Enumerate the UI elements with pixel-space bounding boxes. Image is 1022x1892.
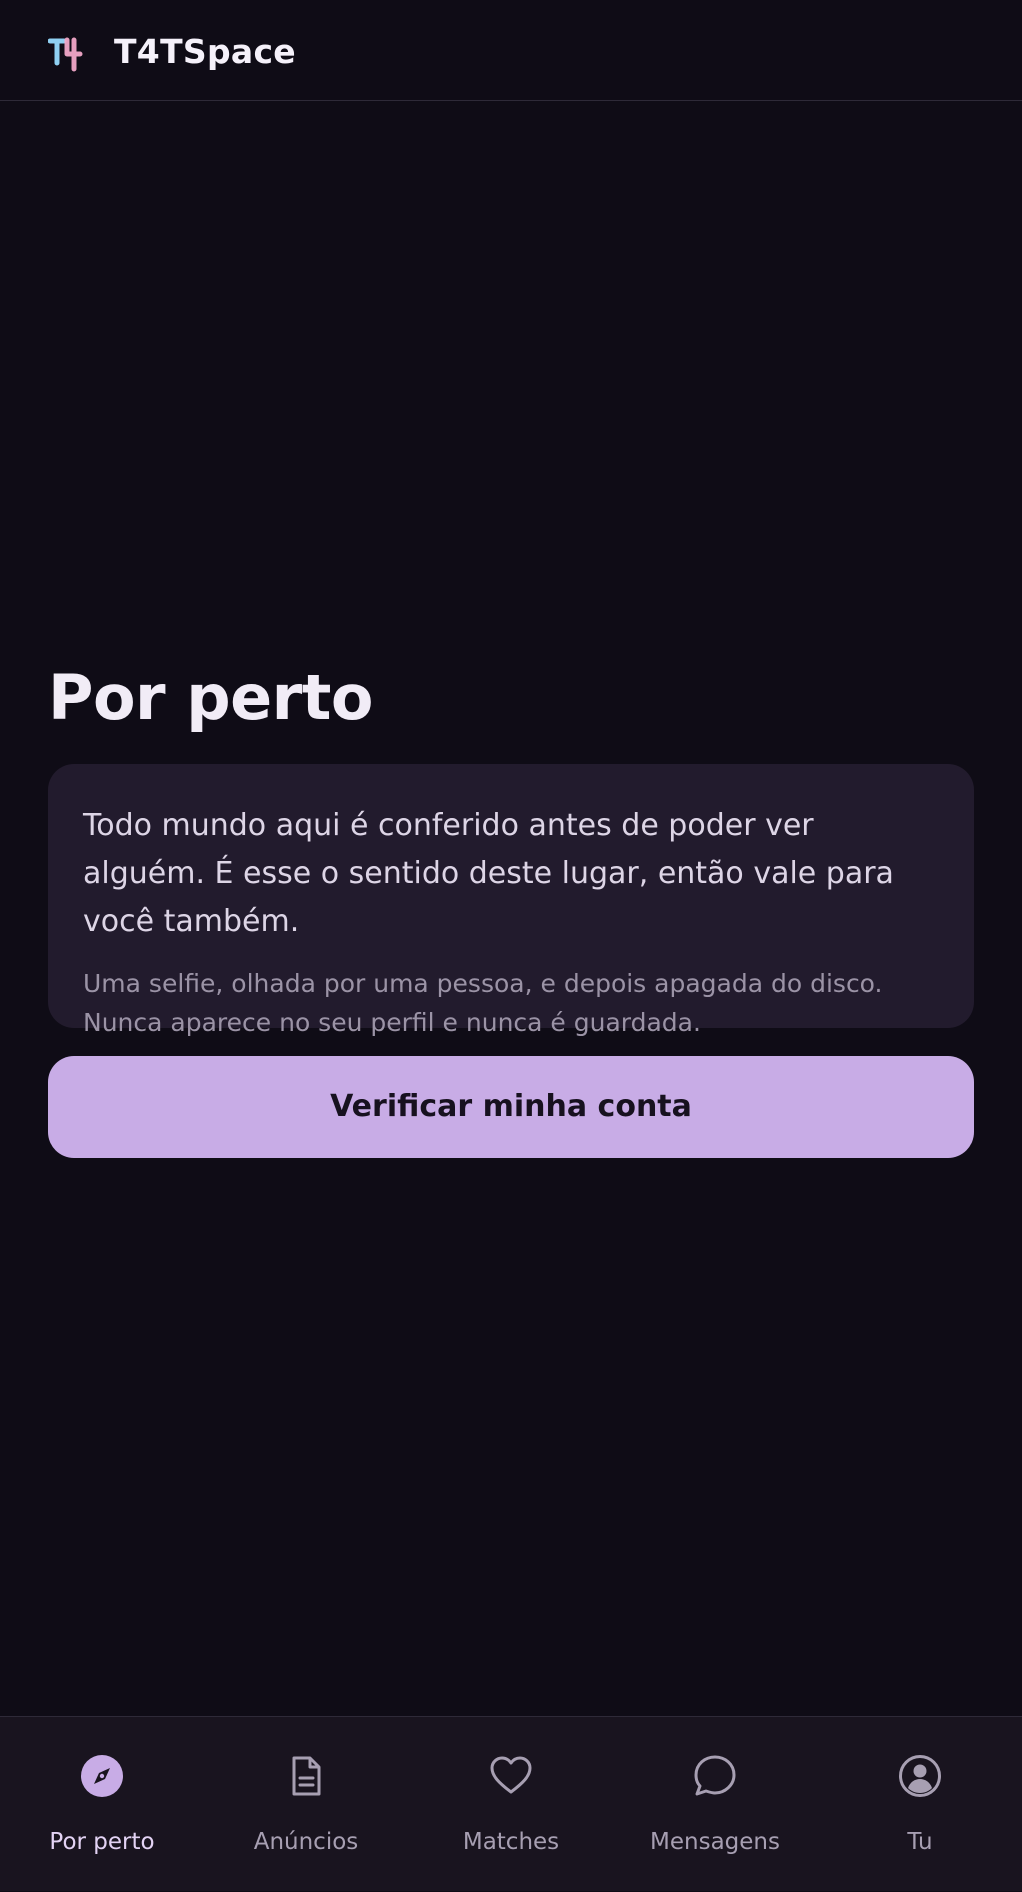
chat-bubble-icon: [694, 1755, 736, 1796]
user-circle-icon: [899, 1755, 941, 1797]
nav-item-por-perto[interactable]: Por perto: [0, 1717, 204, 1892]
compass-icon: [81, 1755, 123, 1797]
heart-icon: [490, 1756, 532, 1794]
nav-label: Mensagens: [650, 1829, 780, 1855]
nav-label: Matches: [462, 1829, 560, 1855]
verification-notice-card: Todo mundo aqui é conferido antes de pod…: [48, 764, 974, 1037]
nav-label: Por perto: [49, 1829, 155, 1855]
verify-account-button[interactable]: Verificar minha conta: [48, 1056, 974, 1158]
bottom-navigation: Por perto Anúncios Matches Mensagens Tu: [0, 1716, 1022, 1891]
page-title: Por perto: [48, 661, 373, 734]
notice-subtext: Uma selfie, olhada por uma pessoa, e dep…: [83, 969, 883, 1037]
nav-item-mensagens[interactable]: Mensagens: [613, 1717, 817, 1892]
app-logo-icon[interactable]: [48, 36, 84, 72]
document-icon: [292, 1756, 321, 1796]
nav-label: Anúncios: [253, 1829, 359, 1855]
nav-item-matches[interactable]: Matches: [409, 1717, 613, 1892]
app-title: T4TSpace: [114, 32, 296, 71]
nav-label: Tu: [907, 1829, 933, 1855]
nav-item-tu[interactable]: Tu: [818, 1717, 1022, 1892]
nav-item-anuncios[interactable]: Anúncios: [204, 1717, 408, 1892]
notice-text: Todo mundo aqui é conferido antes de pod…: [83, 808, 894, 939]
app-header: T4TSpace: [0, 0, 1022, 101]
